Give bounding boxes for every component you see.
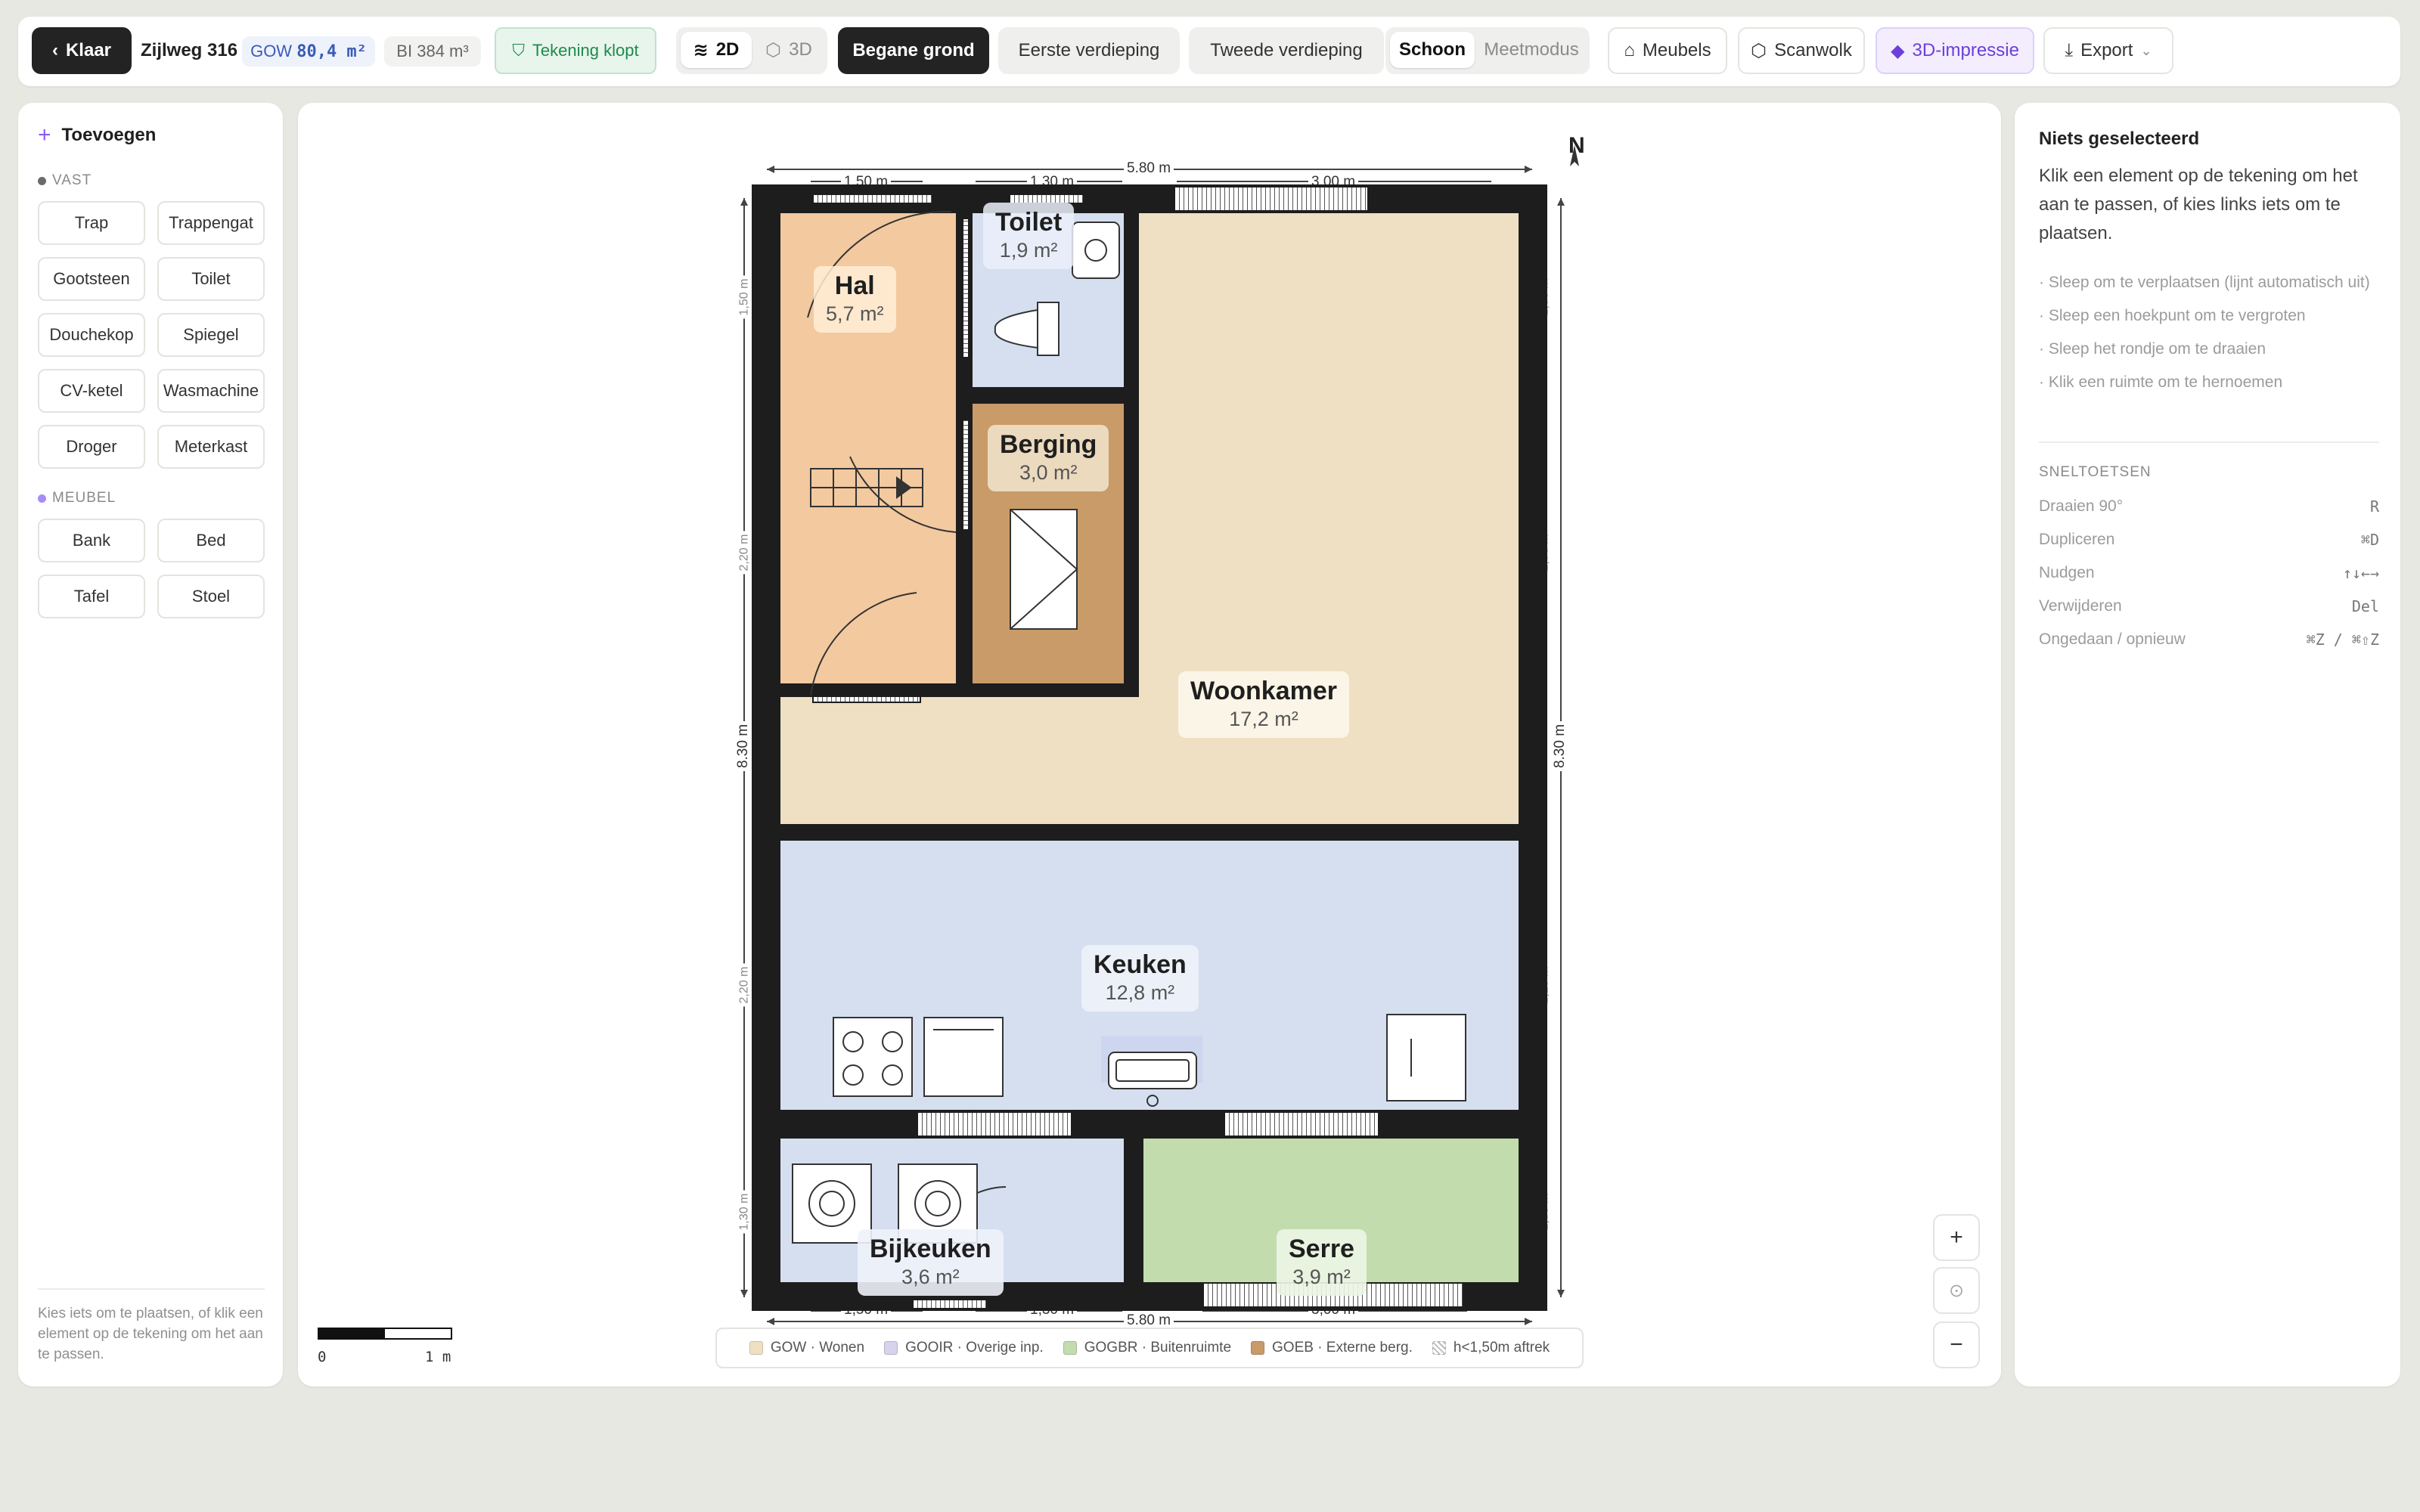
tip-item: · Sleep om te verplaatsen (lijnt automat… (2039, 274, 2370, 291)
room-label-woonkamer[interactable]: Woonkamer 17,2 m² (1178, 671, 1349, 738)
stove-icon (833, 1017, 913, 1097)
door-swing-icon (810, 592, 917, 696)
dim-left-c: 2,20 m (737, 963, 752, 1007)
shortcut-action: Ongedaan / opnieuw (2039, 631, 2186, 648)
tip-item: · Sleep het rondje om te draaien (2039, 340, 2266, 358)
legend: GOW · Wonen GOOIR · Overige inp. GOGBR · B… (715, 1328, 1584, 1368)
shortcut-row: Nudgen ↑↓←→ (2039, 564, 2379, 582)
legend-label: GOOIR · Overige inp. (905, 1340, 1044, 1356)
inspector-description: Klik een element op de tekening om het a… (2039, 166, 2358, 243)
room-label-serre[interactable]: Serre 3,9 m² (1277, 1229, 1367, 1296)
dim-left-b: 2,20 m (737, 531, 752, 575)
target-icon: ⊙ (1948, 1280, 1965, 1301)
legend-swatch (1432, 1341, 1446, 1355)
shortcut-key: ⌘Z / ⌘⇧Z (2306, 631, 2379, 649)
scale-start: 0 (318, 1349, 327, 1365)
legend-item: h<1,50m aftrek (1432, 1340, 1550, 1356)
shortcuts-title: SNELTOETSEN (2039, 464, 2152, 480)
shortcut-key: ⌘D (2360, 531, 2379, 549)
zoom-reset-button[interactable]: ⊙ (1933, 1267, 1980, 1314)
divider (2039, 442, 2379, 443)
zoom-out-button[interactable]: − (1933, 1321, 1980, 1368)
tips-list: · Sleep om te verplaatsen (lijnt automat… (2039, 271, 2379, 404)
floor-plan[interactable]: Hal 5,7 m² Toilet 1,9 m² Berging 3,0 m² … (752, 184, 1547, 1311)
dim-left-total: 8.30 m (735, 720, 752, 772)
dim-top-total: 5.80 m (1124, 160, 1174, 177)
plus-icon: + (1950, 1225, 1963, 1250)
legend-label: GOEB · Externe berg. (1272, 1340, 1413, 1356)
oven-icon (923, 1017, 1004, 1097)
dim-left-a: 1,50 m (737, 275, 752, 319)
legend-item: GOW · Wonen (749, 1340, 864, 1356)
stairs-icon (810, 468, 923, 507)
room-label-hal[interactable]: Hal 5,7 m² (814, 266, 896, 333)
room-label-toilet[interactable]: Toilet 1,9 m² (983, 203, 1075, 269)
legend-label: GOW · Wonen (770, 1340, 865, 1356)
room-label-berging[interactable]: Berging 3,0 m² (988, 425, 1109, 491)
inspector-title: Niets geselecteerd (2039, 129, 2200, 149)
legend-item: GOEB · Externe berg. (1251, 1340, 1413, 1356)
shortcut-key: Del (2351, 597, 2379, 615)
shortcut-action: Dupliceren (2039, 531, 2115, 548)
shortcut-key: R (2369, 497, 2379, 516)
legend-swatch (749, 1341, 763, 1355)
kitchen-sink-icon (1101, 1036, 1202, 1107)
scale-bar (318, 1328, 452, 1340)
toilet-icon (994, 302, 1060, 356)
legend-item: GOGBR · Buitenruimte (1063, 1340, 1231, 1356)
legend-swatch (1063, 1341, 1077, 1355)
shortcut-row: Dupliceren ⌘D (2039, 531, 2379, 549)
dim-left-d: 1,30 m (737, 1190, 752, 1234)
shortcut-action: Draaien 90° (2039, 497, 2124, 515)
sink-icon (1072, 222, 1120, 279)
legend-label: GOGBR · Buitenruimte (1084, 1340, 1232, 1356)
room-label-keuken[interactable]: Keuken 12,8 m² (1081, 945, 1199, 1012)
room-label-bijkeuken[interactable]: Bijkeuken 3,6 m² (858, 1229, 1004, 1296)
shortcut-row: Verwijderen Del (2039, 597, 2379, 615)
legend-item: GOOIR · Overige inp. (884, 1340, 1044, 1356)
scale-end: 1 m (425, 1349, 451, 1365)
dim-bottom-total: 5.80 m (1124, 1312, 1174, 1329)
shortcut-row: Ongedaan / opnieuw ⌘Z / ⌘⇧Z (2039, 631, 2379, 649)
shortcut-action: Nudgen (2039, 564, 2095, 581)
legend-swatch (1251, 1341, 1265, 1355)
minus-icon: − (1950, 1332, 1963, 1357)
fixtures-layer (792, 210, 1466, 1244)
cv-ketel-icon (1010, 509, 1078, 630)
legend-label: h<1,50m aftrek (1453, 1340, 1550, 1356)
shortcut-key: ↑↓←→ (2342, 564, 2379, 582)
dim-right-total: 8.30 m (1552, 720, 1569, 772)
zoom-in-button[interactable]: + (1933, 1214, 1980, 1261)
shortcut-action: Verwijderen (2039, 597, 2122, 615)
shortcut-row: Draaien 90° R (2039, 497, 2379, 516)
fridge-icon (1386, 1014, 1466, 1101)
legend-swatch (884, 1341, 898, 1355)
north-arrow-icon (1570, 145, 1579, 166)
tip-item: · Sleep een hoekpunt om te vergroten (2039, 307, 2306, 324)
tip-item: · Klik een ruimte om te hernoemen (2039, 373, 2283, 391)
inspector-panel: Niets geselecteerd Klik een element op d… (2015, 103, 2400, 1387)
